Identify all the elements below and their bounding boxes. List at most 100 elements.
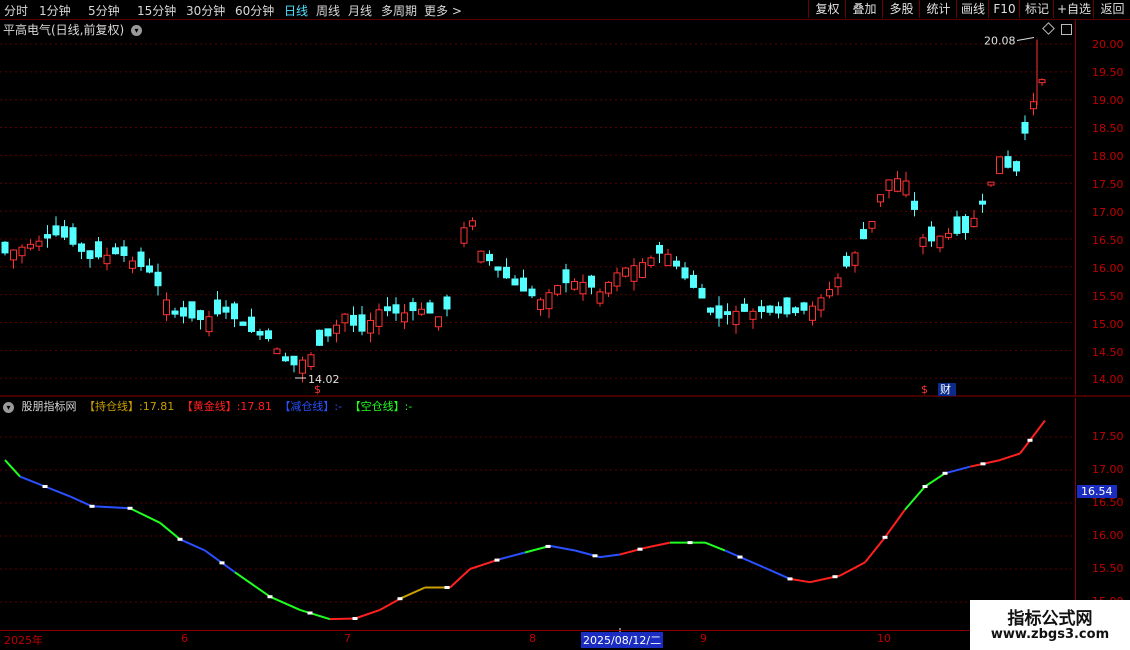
candle-body bbox=[860, 229, 867, 240]
candle-body bbox=[868, 220, 876, 229]
indicator-line-segment bbox=[574, 549, 601, 559]
candle-body bbox=[545, 292, 553, 310]
candle-body bbox=[766, 305, 774, 313]
indicator-marker bbox=[494, 558, 500, 562]
price-tick: 15.50 bbox=[1092, 290, 1124, 303]
candle-body bbox=[435, 316, 442, 328]
indicator-marker bbox=[545, 544, 551, 548]
multi-stock-button[interactable]: 多股 bbox=[882, 0, 920, 18]
period-tab-multi[interactable]: 多周期 bbox=[381, 2, 417, 19]
candle-body bbox=[902, 180, 910, 196]
watermark-url: www.zbgs3.com bbox=[990, 627, 1110, 642]
period-tab-daily[interactable]: 日线 bbox=[284, 2, 308, 19]
candle-body bbox=[647, 257, 655, 266]
price-tick: 17.00 bbox=[1092, 206, 1124, 219]
candle-body bbox=[222, 306, 230, 313]
candle-body bbox=[996, 156, 1003, 175]
indicator-marker bbox=[219, 561, 225, 565]
candle-body bbox=[341, 313, 349, 324]
indicator-line-segment bbox=[69, 495, 93, 508]
candle-body bbox=[256, 331, 264, 336]
price-tick: 16.50 bbox=[1092, 234, 1124, 247]
candle-body bbox=[418, 308, 425, 315]
candle-body bbox=[44, 234, 51, 239]
candle-body bbox=[265, 330, 272, 340]
indicator-line-segment bbox=[724, 549, 761, 567]
price-tick: 14.50 bbox=[1092, 346, 1124, 359]
candle-body bbox=[520, 277, 527, 292]
indicator-line-segment bbox=[704, 541, 726, 552]
candle-body bbox=[324, 328, 332, 337]
candle-body bbox=[613, 272, 621, 287]
f10-button[interactable]: F10 bbox=[988, 0, 1020, 18]
period-tab-5min[interactable]: 5分钟 bbox=[88, 2, 120, 19]
draw-button[interactable]: 画线 bbox=[956, 0, 989, 18]
adjust-button[interactable]: 复权 bbox=[808, 0, 846, 18]
kline-chart[interactable]: 20.0814.02$ $ 财 bbox=[0, 0, 1130, 650]
candle-body bbox=[554, 285, 561, 295]
candle-body bbox=[129, 260, 136, 269]
chevron-down-icon[interactable]: ▾ bbox=[3, 401, 14, 413]
date-axis: 2025年 6 7 8 2025/08/12/二 9 10 bbox=[0, 630, 1075, 648]
period-tab-60min[interactable]: 60分钟 bbox=[235, 2, 274, 19]
period-tab-1min[interactable]: 1分钟 bbox=[39, 2, 71, 19]
candle-body bbox=[384, 306, 391, 312]
price-tick: 16.00 bbox=[1092, 262, 1124, 275]
candle-body bbox=[834, 277, 842, 288]
indicator-marker bbox=[177, 537, 183, 541]
candle-body bbox=[401, 312, 408, 323]
candle-body bbox=[197, 310, 204, 321]
candle-body bbox=[299, 359, 306, 374]
indicator-line-segment bbox=[1029, 419, 1046, 441]
legend-hold-value: :17.81 bbox=[139, 400, 175, 413]
indicator-line-segment bbox=[1019, 439, 1031, 455]
overlay-button[interactable]: 叠加 bbox=[845, 0, 883, 18]
period-tab-monthly[interactable]: 月线 bbox=[348, 2, 372, 19]
period-tab-30min[interactable]: 30分钟 bbox=[186, 2, 225, 19]
indicator-line-segment bbox=[399, 586, 426, 600]
period-tab-weekly[interactable]: 周线 bbox=[316, 2, 340, 19]
mark-button[interactable]: 标记 bbox=[1019, 0, 1054, 18]
candle-body bbox=[732, 310, 740, 326]
candle-body bbox=[350, 314, 357, 326]
candle-body bbox=[333, 324, 340, 334]
candle-body bbox=[358, 314, 366, 332]
candle-body bbox=[469, 220, 476, 227]
candle-body bbox=[894, 178, 901, 192]
date-label: 10 bbox=[877, 632, 891, 645]
stats-button[interactable]: 统计 bbox=[919, 0, 957, 18]
candle-body bbox=[367, 319, 374, 334]
period-tab-intraday[interactable]: 分时 bbox=[4, 2, 28, 19]
candle-body bbox=[290, 355, 298, 366]
current-value-label: 16.54 bbox=[1077, 485, 1117, 498]
candle-body bbox=[1021, 121, 1029, 134]
diamond-icon[interactable] bbox=[1042, 22, 1055, 35]
chevron-down-icon[interactable]: ▾ bbox=[131, 25, 143, 36]
indicator-marker bbox=[922, 485, 928, 488]
indicator-marker bbox=[267, 595, 273, 599]
period-tab-15min[interactable]: 15分钟 bbox=[137, 2, 176, 19]
indicator-line-segment bbox=[234, 571, 271, 598]
candle-body bbox=[885, 179, 893, 191]
candle-body bbox=[10, 249, 17, 261]
candle-body bbox=[783, 297, 791, 315]
candle-body bbox=[494, 266, 502, 271]
candle-body bbox=[851, 252, 859, 266]
price-tick: 19.50 bbox=[1092, 66, 1124, 79]
indicator-line-segment bbox=[864, 536, 886, 564]
indicator-line-segment bbox=[999, 452, 1021, 462]
back-button[interactable]: 返回 bbox=[1093, 0, 1130, 18]
candle-body bbox=[630, 265, 638, 282]
candle-body bbox=[987, 181, 995, 186]
add-watchlist-button[interactable]: +自选 bbox=[1053, 0, 1094, 18]
indicator-line-segment bbox=[204, 549, 236, 574]
indicator-marker bbox=[942, 471, 948, 475]
settings-square-icon[interactable] bbox=[1061, 24, 1072, 35]
indicator-line-segment bbox=[944, 465, 971, 475]
indicator-legend: ▾ 股朋指标网 【持仓线】:17.81 【黄金线】:17.81 【减仓线】:- … bbox=[3, 398, 412, 414]
legend-gold-label: 【黄金线】 bbox=[181, 400, 237, 413]
candle-body bbox=[137, 251, 145, 268]
more-menu[interactable]: 更多 > bbox=[424, 2, 462, 19]
indicator-marker bbox=[592, 554, 598, 558]
indicator-line-segment bbox=[839, 561, 866, 577]
